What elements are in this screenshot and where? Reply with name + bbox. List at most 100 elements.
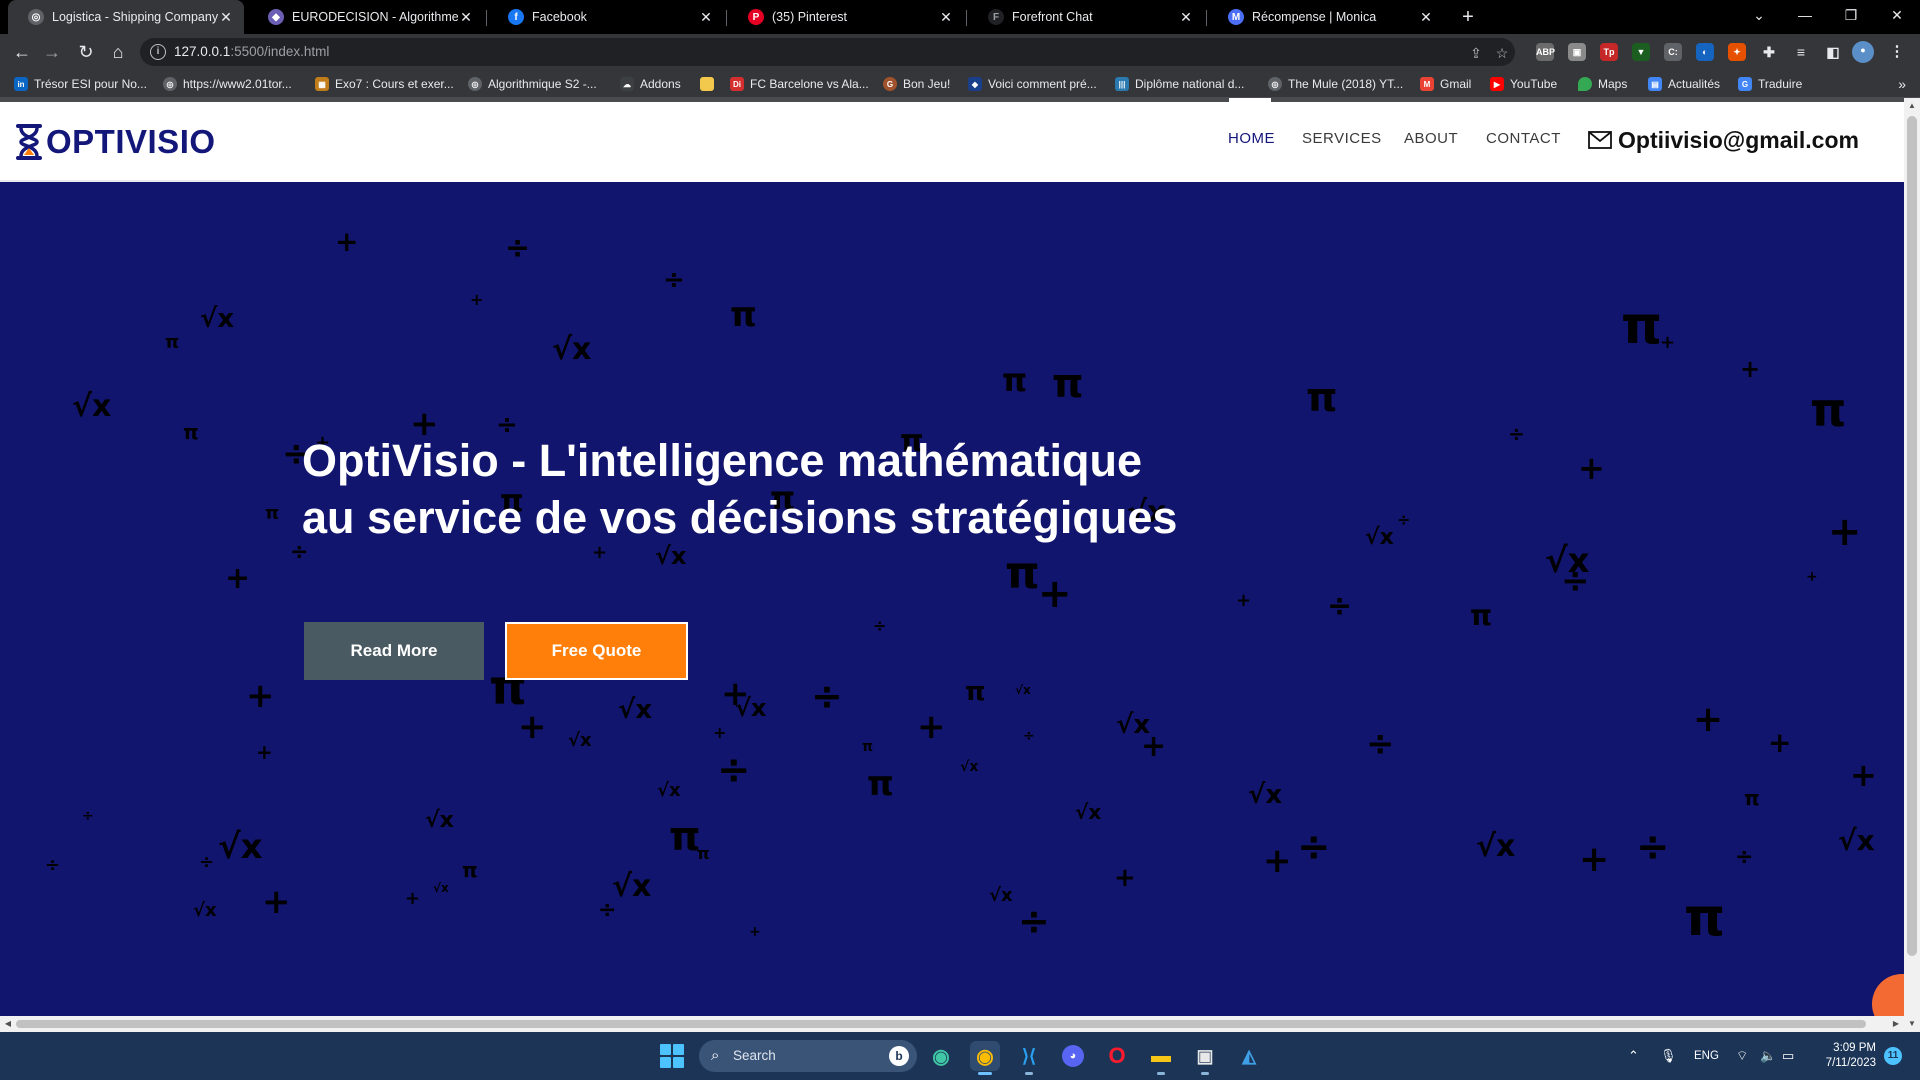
opera-icon[interactable]: O <box>1102 1041 1132 1071</box>
restore-button[interactable]: ❐ <box>1828 0 1874 34</box>
snipping-tool-icon[interactable]: ▣ <box>1190 1041 1220 1075</box>
share-icon[interactable]: ⇪ <box>1467 44 1485 62</box>
back-button[interactable]: ← <box>10 40 34 64</box>
bookmark-item[interactable]: ◎ https://www2.01tor... <box>163 70 292 98</box>
tab-facebook[interactable]: f Facebook ✕ <box>488 0 724 34</box>
bookmark-item[interactable]: ▦ Exo7 : Cours et exer... <box>315 70 454 98</box>
tab-logistica[interactable]: ◎ Logistica - Shipping Company W ✕ <box>8 0 244 34</box>
bookmark-item[interactable]: ▶ YouTube <box>1490 70 1557 98</box>
reload-button[interactable]: ↻ <box>74 40 98 64</box>
bookmark-item[interactable]: G Bon Jeu! <box>883 70 950 98</box>
bookmark-star-icon[interactable]: ☆ <box>1493 44 1511 62</box>
adblock-extension-icon[interactable]: ABP <box>1536 43 1555 61</box>
bookmark-item[interactable]: Maps <box>1578 70 1627 98</box>
nav-services[interactable]: SERVICES <box>1302 130 1382 147</box>
tab-search-chevron-icon[interactable]: ⌄ <box>1736 0 1782 34</box>
scroll-right-arrow-icon[interactable]: ▶ <box>1888 1016 1904 1032</box>
color-extension-icon[interactable]: ◐ <box>1696 43 1714 61</box>
new-tab-button[interactable]: + <box>1456 5 1480 29</box>
windows-start-button[interactable] <box>660 1044 684 1068</box>
tab-separator <box>966 10 967 26</box>
close-window-button[interactable]: ✕ <box>1874 0 1920 34</box>
math-plus-icon: + <box>592 542 608 563</box>
system-clock[interactable]: 3:09 PM 7/11/2023 <box>1800 1041 1876 1071</box>
vscode-icon[interactable]: ⟩⟨ <box>1014 1041 1044 1075</box>
nav-contact[interactable]: CONTACT <box>1486 130 1561 147</box>
math-pi-icon: π <box>165 332 180 353</box>
math-divide-icon: ÷ <box>873 616 887 635</box>
side-panel-icon[interactable]: ◧ <box>1824 43 1842 61</box>
menu-kebab-icon[interactable]: ⋮ <box>1888 43 1906 61</box>
bookmark-item[interactable]: Di FC Barcelone vs Ala... <box>730 70 869 98</box>
close-icon[interactable]: ✕ <box>458 9 474 26</box>
nav-home[interactable]: HOME <box>1228 130 1275 147</box>
bing-icon[interactable]: b <box>889 1046 909 1066</box>
edge-icon[interactable]: ◉ <box>926 1041 956 1071</box>
math-plus-icon: + <box>1578 449 1605 487</box>
close-icon[interactable]: ✕ <box>698 9 714 26</box>
home-button[interactable]: ⌂ <box>106 40 130 64</box>
close-icon[interactable]: ✕ <box>218 9 234 26</box>
nav-about[interactable]: ABOUT <box>1404 130 1458 147</box>
url-text[interactable]: 127.0.0.1:5500/index.html <box>174 44 329 59</box>
free-quote-button[interactable]: Free Quote <box>505 622 688 680</box>
address-bar[interactable]: i 127.0.0.1:5500/index.html ⇪ ☆ <box>140 38 1515 66</box>
battery-icon[interactable]: ▭ <box>1782 1032 1794 1080</box>
tab-pinterest[interactable]: P (35) Pinterest ✕ <box>728 0 964 34</box>
site-info-icon[interactable]: i <box>150 44 166 60</box>
bookmark-item[interactable]: ◎ Algorithmique S2 -... <box>468 70 597 98</box>
microphone-icon[interactable]: 🎙 <box>1660 1032 1677 1080</box>
bookmark-item[interactable]: M Gmail <box>1420 70 1471 98</box>
notification-badge[interactable]: 11 <box>1884 1047 1902 1065</box>
bookmark-item[interactable]: G Traduire <box>1738 70 1802 98</box>
reading-list-icon[interactable]: ≡ <box>1792 43 1810 61</box>
bookmark-folder[interactable] <box>700 70 720 98</box>
tab-eurodecision[interactable]: ◆ EURODECISION - Algorithmes M ✕ <box>248 0 484 34</box>
tp-extension-icon[interactable]: Tp <box>1600 43 1618 61</box>
forward-button[interactable]: → <box>40 40 64 64</box>
arrow-extension-icon[interactable]: ▼ <box>1632 43 1650 61</box>
volume-icon[interactable]: 🔈 <box>1760 1032 1776 1080</box>
tab-forefront[interactable]: F Forefront Chat ✕ <box>968 0 1204 34</box>
bookmark-item[interactable]: ◎ The Mule (2018) YT... <box>1268 70 1403 98</box>
scroll-up-arrow-icon[interactable]: ▲ <box>1904 98 1920 114</box>
bookmark-item[interactable]: ▤ Actualités <box>1648 70 1720 98</box>
vertical-scroll-thumb[interactable] <box>1907 116 1917 956</box>
show-hidden-icons-chevron-icon[interactable]: ⌃ <box>1628 1032 1639 1080</box>
screen-extension-icon[interactable]: ▣ <box>1568 43 1586 61</box>
close-icon[interactable]: ✕ <box>938 9 954 26</box>
paint-icon[interactable]: ◭ <box>1234 1041 1264 1071</box>
chrome-icon[interactable]: ◉ <box>970 1041 1000 1075</box>
math-sqrt-x-icon: √x <box>1838 824 1875 857</box>
scroll-left-arrow-icon[interactable]: ◀ <box>0 1016 16 1032</box>
bookmark-item[interactable]: ||| Diplôme national d... <box>1115 70 1244 98</box>
horizontal-scroll-thumb[interactable] <box>16 1020 1866 1028</box>
chat-widget-button[interactable] <box>1872 974 1904 1016</box>
file-explorer-icon[interactable]: ▬ <box>1146 1041 1176 1075</box>
c-extension-icon[interactable]: C: <box>1664 43 1682 61</box>
contact-email[interactable]: Optiivisio@gmail.com <box>1588 124 1859 156</box>
bookmark-item[interactable]: in Trésor ESI pour No... <box>14 70 147 98</box>
language-indicator[interactable]: ENG <box>1694 1032 1719 1080</box>
bookmark-item[interactable]: ☁ Addons <box>620 70 681 98</box>
site-logo[interactable]: OPTIVISIO <box>14 120 216 164</box>
bookmark-item[interactable]: ◆ Voici comment pré... <box>968 70 1097 98</box>
extensions-puzzle-icon[interactable]: ✚ <box>1760 43 1778 61</box>
fire-extension-icon[interactable]: ✦ <box>1728 43 1746 61</box>
close-icon[interactable]: ✕ <box>1418 9 1434 26</box>
horizontal-scrollbar[interactable]: ◀ ▶ <box>0 1016 1904 1032</box>
wifi-icon[interactable]: ⌔ <box>1736 1032 1748 1080</box>
scroll-down-arrow-icon[interactable]: ▼ <box>1904 1016 1920 1032</box>
globe-icon: ◎ <box>163 77 177 91</box>
discord-icon[interactable]: ◕ <box>1058 1041 1088 1071</box>
taskbar-search[interactable]: ⌕ Search b <box>699 1040 917 1072</box>
more-bookmarks-button[interactable]: » <box>1898 70 1906 98</box>
math-divide-icon: ÷ <box>663 265 685 295</box>
vertical-scrollbar[interactable]: ▲ ▼ <box>1904 98 1920 1032</box>
minimize-button[interactable]: — <box>1782 0 1828 34</box>
read-more-button[interactable]: Read More <box>304 622 484 680</box>
close-icon[interactable]: ✕ <box>1178 9 1194 26</box>
tab-monica[interactable]: M Récompense | Monica ✕ <box>1208 0 1444 34</box>
math-sqrt-x-icon: √x <box>218 827 263 867</box>
profile-avatar[interactable]: ● <box>1852 41 1874 63</box>
